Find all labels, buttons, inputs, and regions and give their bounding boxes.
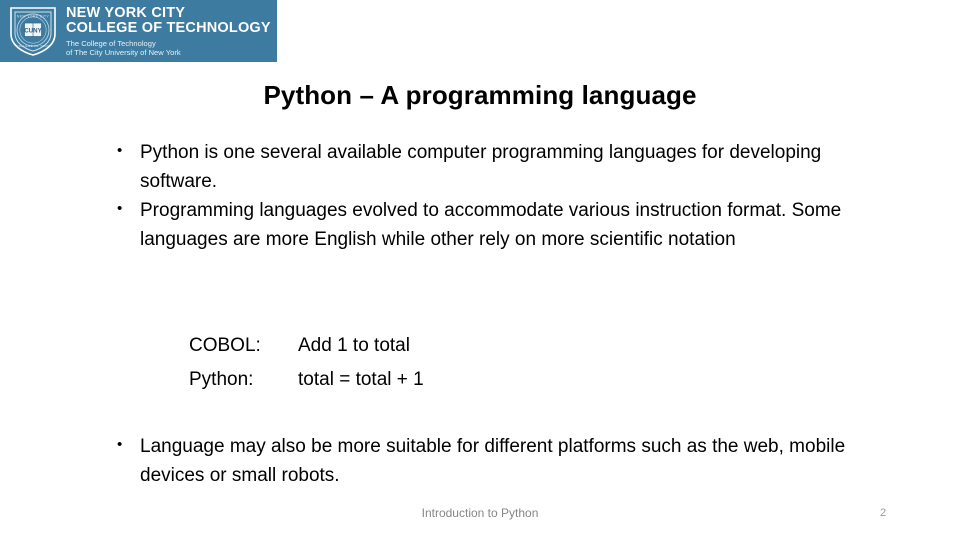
institution-header-banner: CUNY NEW YORK CITY COLLEGE OF TECH NEW Y… bbox=[0, 0, 277, 62]
bullet-marker-icon: • bbox=[117, 142, 123, 159]
cuny-shield-seal-icon: CUNY NEW YORK CITY COLLEGE OF TECH bbox=[6, 4, 60, 58]
code-example-row: COBOL: Add 1 to total bbox=[189, 329, 424, 363]
institution-tagline-line-2: of The City University of New York bbox=[66, 48, 181, 57]
bullet-item: • Programming languages evolved to accom… bbox=[112, 196, 842, 254]
presentation-slide: CUNY NEW YORK CITY COLLEGE OF TECH NEW Y… bbox=[0, 0, 960, 540]
bullet-item: • Python is one several available comput… bbox=[112, 138, 842, 196]
institution-name-line-1: NEW YORK CITY bbox=[66, 4, 186, 21]
slide-body-bullet-list-lower: • Language may also be more suitable for… bbox=[112, 432, 852, 490]
code-language-label: COBOL: bbox=[189, 335, 261, 356]
code-example-block: COBOL: Add 1 to total Python: total = to… bbox=[189, 329, 424, 397]
slide-body-bullet-list: • Python is one several available comput… bbox=[112, 138, 842, 254]
svg-text:CUNY: CUNY bbox=[24, 27, 42, 34]
code-language-label: Python: bbox=[189, 369, 254, 391]
bullet-marker-icon: • bbox=[117, 436, 123, 453]
institution-tagline-line-1: The College of Technology bbox=[66, 38, 156, 48]
slide-page-number: 2 bbox=[880, 507, 887, 519]
code-snippet-text: total = total + 1 bbox=[298, 369, 424, 391]
svg-text:COLLEGE OF TECH: COLLEGE OF TECH bbox=[16, 44, 50, 48]
bullet-item-text: Programming languages evolved to accommo… bbox=[140, 200, 842, 251]
code-example-row: Python: total = total + 1 bbox=[189, 363, 424, 397]
bullet-item-text: Python is one several available computer… bbox=[140, 142, 822, 193]
code-snippet-text: Add 1 to total bbox=[298, 335, 410, 356]
institution-name-line-2: COLLEGE OF TECHNOLOGY bbox=[66, 20, 271, 37]
bullet-marker-icon: • bbox=[117, 200, 123, 218]
institution-wordmark: NEW YORK CITY COLLEGE OF TECHNOLOGY The … bbox=[66, 5, 271, 58]
bullet-item-text: Language may also be more suitable for d… bbox=[140, 436, 846, 487]
slide-footer-note: Introduction to Python bbox=[421, 506, 539, 520]
svg-text:NEW YORK CITY: NEW YORK CITY bbox=[17, 15, 50, 19]
slide-title: Python – A programming language bbox=[263, 80, 697, 110]
bullet-item: • Language may also be more suitable for… bbox=[112, 432, 852, 490]
